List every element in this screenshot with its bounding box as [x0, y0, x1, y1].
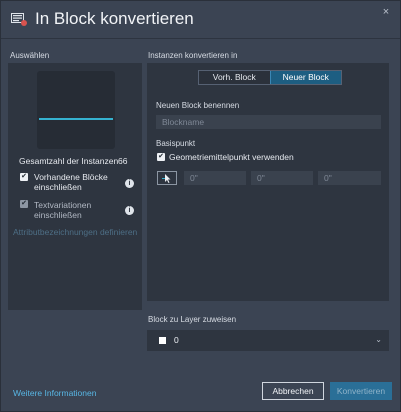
layer-section-label: Block zu Layer zuweisen	[148, 315, 237, 324]
info-icon[interactable]: i	[125, 206, 134, 215]
chevron-down-icon: ⌄	[375, 335, 382, 344]
block-name-input[interactable]: Blockname	[156, 115, 381, 129]
pick-point-button[interactable]	[157, 171, 177, 185]
dialog-title: In Block konvertieren	[35, 9, 194, 28]
convert-to-section-label: Instanzen konvertieren in	[148, 51, 238, 60]
layer-color-swatch	[159, 337, 166, 344]
existing-blocks-checkbox[interactable]: ✔	[20, 173, 28, 181]
convert-to-panel: Vorh. Block Neuer Block Neuen Block bene…	[147, 63, 389, 301]
text-variations-text: Textvariationen einschließen	[34, 200, 92, 220]
block-preview	[37, 71, 115, 149]
instance-count-value: 66	[118, 156, 128, 166]
centroid-checkbox[interactable]: ✔	[157, 153, 165, 161]
info-icon[interactable]: i	[125, 179, 134, 188]
basepoint-label: Basispunkt	[156, 139, 196, 148]
more-info-link[interactable]: Weitere Informationen	[13, 388, 96, 398]
title-divider	[1, 38, 400, 39]
y-coordinate-input[interactable]: 0"	[251, 171, 313, 185]
instance-count-label: Gesamtzahl der Instanzen	[19, 156, 119, 166]
text-variations-label[interactable]: Textvariationen einschließen	[34, 200, 109, 220]
block-type-toggle: Vorh. Block Neuer Block	[198, 70, 342, 85]
title-bar: In Block konvertieren ×	[1, 1, 400, 37]
select-panel: Gesamtzahl der Instanzen 66 ✔ Vorhandene…	[8, 63, 142, 310]
close-icon[interactable]: ×	[380, 6, 392, 18]
preview-geometry	[39, 118, 113, 120]
convert-to-block-dialog: In Block konvertieren × Auswählen Gesamt…	[0, 0, 401, 412]
x-coordinate-input[interactable]: 0"	[184, 171, 246, 185]
new-block-name-label: Neuen Block benennen	[156, 101, 240, 110]
existing-blocks-label[interactable]: Vorhandene Blöcke einschließen	[34, 172, 119, 192]
convert-to-block-icon	[11, 13, 28, 26]
existing-blocks-text: Vorhandene Blöcke einschließen	[34, 172, 108, 192]
layer-selected-value: 0	[174, 335, 179, 345]
convert-button[interactable]: Konvertieren	[330, 382, 392, 400]
define-attributes-link[interactable]: Attributbezeichnungen definieren	[13, 227, 137, 237]
layer-dropdown[interactable]: 0 ⌄	[147, 330, 389, 351]
cancel-button[interactable]: Abbrechen	[262, 382, 324, 400]
centroid-label[interactable]: Geometriemittelpunkt verwenden	[169, 152, 294, 162]
text-variations-checkbox[interactable]: ✔	[20, 200, 28, 208]
z-coordinate-input[interactable]: 0"	[318, 171, 381, 185]
cursor-pick-icon	[158, 174, 176, 186]
select-section-label: Auswählen	[10, 51, 50, 60]
tab-new-block[interactable]: Neuer Block	[269, 71, 341, 84]
tab-existing-block[interactable]: Vorh. Block	[199, 71, 270, 84]
